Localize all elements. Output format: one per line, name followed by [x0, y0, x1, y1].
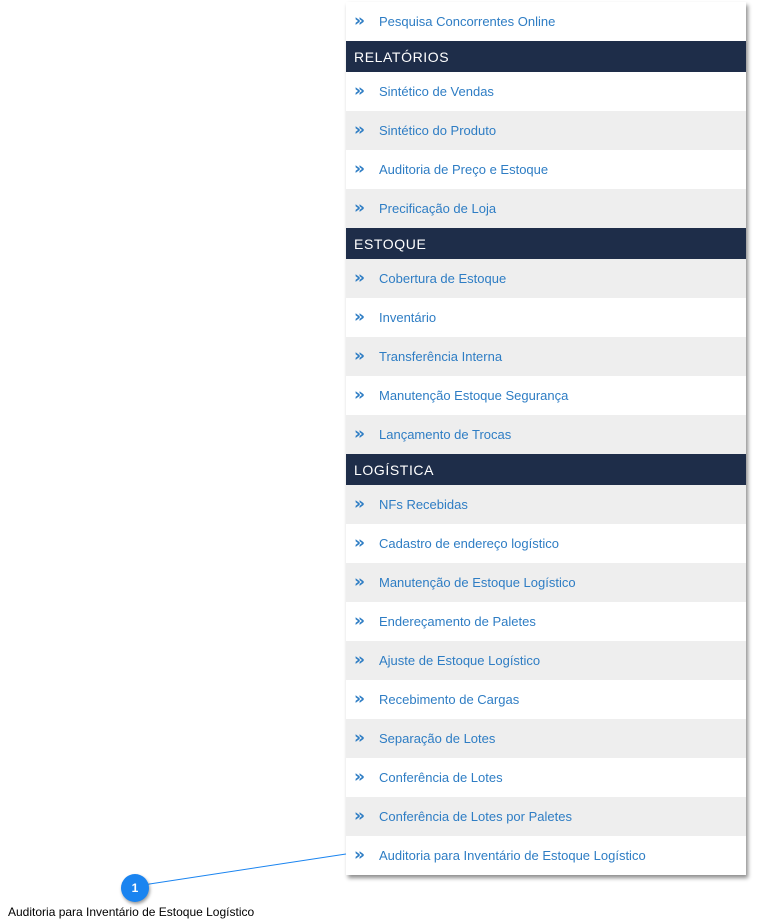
section-header-estoque: ESTOQUE — [346, 228, 746, 259]
double-chevron-right-icon: » — [354, 727, 365, 748]
menu-item-pesquisa-concorrentes[interactable]: » Pesquisa Concorrentes Online — [346, 2, 746, 41]
double-chevron-right-icon: » — [354, 532, 365, 553]
double-chevron-right-icon: » — [354, 423, 365, 444]
double-chevron-right-icon: » — [354, 306, 365, 327]
menu-item-auditoria-inventario-estoque-logistico[interactable]: » Auditoria para Inventário de Estoque L… — [346, 836, 746, 875]
menu-item-label: Cadastro de endereço logístico — [379, 536, 559, 551]
menu-item-label: Manutenção Estoque Segurança — [379, 388, 569, 403]
double-chevron-right-icon: » — [354, 610, 365, 631]
dropdown-menu: » Pesquisa Concorrentes Online RELATÓRIO… — [346, 2, 746, 875]
section-header-logistica: LOGÍSTICA — [346, 454, 746, 485]
help-screenshot: » Pesquisa Concorrentes Online RELATÓRIO… — [0, 0, 759, 923]
menu-item-nfs-recebidas[interactable]: » NFs Recebidas — [346, 485, 746, 524]
menu-item-label: Conferência de Lotes por Paletes — [379, 809, 572, 824]
double-chevron-right-icon: » — [354, 766, 365, 787]
menu-item-label: Auditoria para Inventário de Estoque Log… — [379, 848, 646, 863]
menu-item-label: Sintético de Vendas — [379, 84, 494, 99]
menu-item-label: Ajuste de Estoque Logístico — [379, 653, 541, 668]
menu-item-label: Transferência Interna — [379, 349, 503, 364]
menu-item-cobertura-estoque[interactable]: » Cobertura de Estoque — [346, 259, 746, 298]
double-chevron-right-icon: » — [354, 197, 365, 218]
section-header-relatorios: RELATÓRIOS — [346, 41, 746, 72]
menu-item-label: Recebimento de Cargas — [379, 692, 520, 707]
menu-item-conferencia-lotes-paletes[interactable]: » Conferência de Lotes por Paletes — [346, 797, 746, 836]
double-chevron-right-icon: » — [354, 10, 365, 31]
menu-item-ajuste-estoque-logistico[interactable]: » Ajuste de Estoque Logístico — [346, 641, 746, 680]
menu-item-label: Auditoria de Preço e Estoque — [379, 162, 549, 177]
menu-item-transferencia-interna[interactable]: » Transferência Interna — [346, 337, 746, 376]
menu-item-label: Cobertura de Estoque — [379, 271, 507, 286]
menu-item-auditoria-preco-estoque[interactable]: » Auditoria de Preço e Estoque — [346, 150, 746, 189]
double-chevron-right-icon: » — [354, 80, 365, 101]
menu-item-sintetico-vendas[interactable]: » Sintético de Vendas — [346, 72, 746, 111]
double-chevron-right-icon: » — [354, 649, 365, 670]
callout-caption: Auditoria para Inventário de Estoque Log… — [8, 905, 255, 919]
menu-item-label: Pesquisa Concorrentes Online — [379, 14, 556, 29]
double-chevron-right-icon: » — [354, 805, 365, 826]
menu-item-inventario[interactable]: » Inventário — [346, 298, 746, 337]
double-chevron-right-icon: » — [354, 345, 365, 366]
menu-item-label: Precificação de Loja — [379, 201, 497, 216]
callout-badge: 1 — [121, 874, 149, 902]
menu-item-lancamento-trocas[interactable]: » Lançamento de Trocas — [346, 415, 746, 454]
double-chevron-right-icon: » — [354, 493, 365, 514]
menu-item-sintetico-produto[interactable]: » Sintético do Produto — [346, 111, 746, 150]
menu-item-precificacao-loja[interactable]: » Precificação de Loja — [346, 189, 746, 228]
double-chevron-right-icon: » — [354, 267, 365, 288]
menu-item-separacao-lotes[interactable]: » Separação de Lotes — [346, 719, 746, 758]
menu-item-enderecamento-paletes[interactable]: » Endereçamento de Paletes — [346, 602, 746, 641]
menu-item-conferencia-lotes[interactable]: » Conferência de Lotes — [346, 758, 746, 797]
double-chevron-right-icon: » — [354, 384, 365, 405]
menu-item-label: Conferência de Lotes — [379, 770, 503, 785]
double-chevron-right-icon: » — [354, 844, 365, 865]
menu-item-recebimento-cargas[interactable]: » Recebimento de Cargas — [346, 680, 746, 719]
double-chevron-right-icon: » — [354, 571, 365, 592]
double-chevron-right-icon: » — [354, 158, 365, 179]
menu-item-label: Sintético do Produto — [379, 123, 497, 138]
menu-item-label: Endereçamento de Paletes — [379, 614, 536, 629]
menu-item-label: Lançamento de Trocas — [379, 427, 512, 442]
double-chevron-right-icon: » — [354, 119, 365, 140]
menu-item-label: Manutenção de Estoque Logístico — [379, 575, 576, 590]
menu-item-cadastro-endereco-logistico[interactable]: » Cadastro de endereço logístico — [346, 524, 746, 563]
menu-item-manutencao-estoque-seguranca[interactable]: » Manutenção Estoque Segurança — [346, 376, 746, 415]
menu-item-label: NFs Recebidas — [379, 497, 468, 512]
menu-item-manutencao-estoque-logistico[interactable]: » Manutenção de Estoque Logístico — [346, 563, 746, 602]
double-chevron-right-icon: » — [354, 688, 365, 709]
menu-item-label: Inventário — [379, 310, 437, 325]
menu-item-label: Separação de Lotes — [379, 731, 496, 746]
